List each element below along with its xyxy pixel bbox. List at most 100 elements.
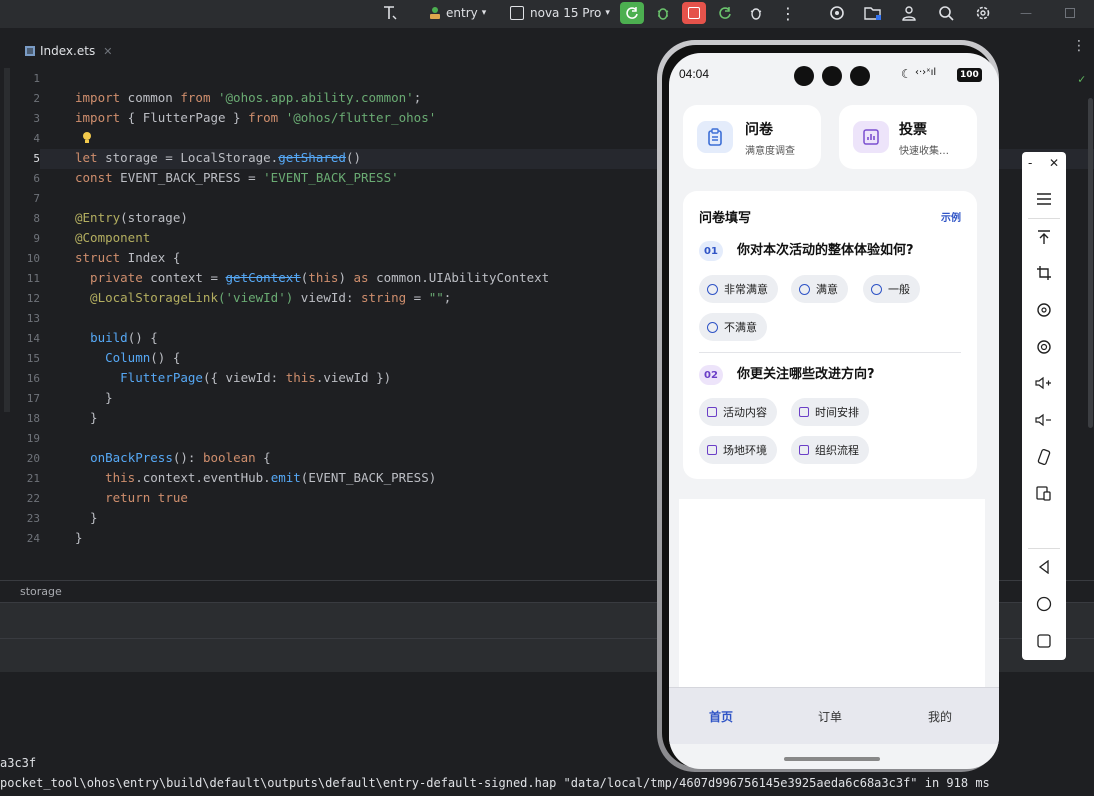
checkbox-icon — [799, 445, 809, 455]
debug-icon[interactable] — [651, 2, 675, 24]
code-token: FlutterPage — [120, 370, 203, 385]
text-format-icon[interactable] — [378, 2, 402, 24]
screen-rotate-icon[interactable] — [1022, 442, 1066, 472]
apply-changes-icon[interactable] — [713, 2, 737, 24]
rotate-icon[interactable] — [1022, 295, 1066, 325]
checkbox-icon — [707, 445, 717, 455]
volume-down-icon[interactable] — [1022, 405, 1066, 435]
close-icon[interactable]: ✕ — [103, 45, 112, 58]
line-number: 17 — [26, 392, 40, 405]
code-token: boolean — [202, 450, 256, 465]
gear-icon[interactable] — [971, 2, 995, 24]
survey-card[interactable]: 问卷 满意度调查 — [683, 105, 821, 169]
rerun-button[interactable] — [620, 2, 644, 24]
survey-form-card: 问卷填写 示例 01 你对本次活动的整体体验如何? 非常满意 满意 一般 不满意… — [683, 191, 977, 479]
option-label: 满意 — [816, 283, 838, 296]
attach-debugger-icon[interactable] — [744, 2, 768, 24]
close-icon[interactable]: ✕ — [1049, 156, 1059, 170]
nav-profile[interactable]: 我的 — [928, 708, 952, 725]
breadcrumb-item[interactable]: storage — [20, 585, 62, 598]
device-selector[interactable]: nova 15 Pro ▾ — [510, 0, 610, 26]
plugin-icon[interactable] — [825, 2, 849, 24]
console-line: a3c3f — [0, 756, 37, 770]
vertical-scrollbar[interactable] — [1088, 98, 1093, 428]
code-token: { — [255, 450, 271, 465]
folder-sync-icon[interactable] — [861, 2, 885, 24]
option-checkbox[interactable]: 组织流程 — [791, 436, 869, 464]
code-token: return — [105, 490, 151, 505]
back-icon[interactable] — [1022, 552, 1066, 582]
file-icon — [24, 45, 36, 57]
module-selector[interactable]: entry ▾ — [428, 0, 486, 26]
option-radio[interactable]: 不满意 — [699, 313, 767, 341]
multi-device-icon[interactable] — [1022, 478, 1066, 508]
lightbulb-icon[interactable] — [82, 129, 92, 143]
line-number: 10 — [26, 252, 40, 265]
device-frame: 04:04 ☾ ‹·›ˣıl 100 问卷 满意度调查 投票 快速收集… 问卷填… — [657, 40, 999, 772]
option-label: 非常满意 — [724, 283, 768, 296]
battery-indicator: 100 — [957, 68, 982, 82]
line-number: 18 — [26, 412, 40, 425]
option-radio[interactable]: 满意 — [791, 275, 848, 303]
minimize-icon[interactable]: - — [1028, 156, 1032, 170]
search-icon[interactable] — [934, 2, 958, 24]
home-icon[interactable] — [1022, 589, 1066, 619]
question-text: 你更关注哪些改进方向? — [737, 367, 875, 382]
option-radio[interactable]: 一般 — [863, 275, 920, 303]
line-number: 16 — [26, 372, 40, 385]
code-token: from — [180, 90, 211, 105]
volume-up-icon[interactable] — [1022, 368, 1066, 398]
code-line: Column() { — [75, 350, 180, 365]
code-line: private context = getContext(this) as co… — [75, 270, 549, 285]
code-line: import common from '@ohos.app.ability.co… — [75, 90, 421, 105]
nav-home[interactable]: 首页 — [709, 708, 733, 725]
code-line: return true — [75, 490, 188, 505]
gesture-bar[interactable] — [784, 757, 880, 761]
option-radio[interactable]: 非常满意 — [699, 275, 778, 303]
tab-index-ets[interactable]: Index.ets ✕ — [14, 34, 118, 70]
vote-card[interactable]: 投票 快速收集… — [839, 105, 977, 169]
code-token: from — [248, 110, 279, 125]
option-label: 场地环境 — [723, 444, 767, 457]
option-checkbox[interactable]: 场地环境 — [699, 436, 777, 464]
crop-icon[interactable] — [1022, 258, 1066, 288]
nav-orders[interactable]: 订单 — [818, 708, 842, 725]
code-token: this — [308, 270, 339, 285]
line-number: 19 — [26, 432, 40, 445]
recents-icon[interactable] — [1022, 626, 1066, 656]
stop-button[interactable] — [682, 2, 706, 24]
location-icon[interactable] — [1022, 332, 1066, 362]
line-number: 20 — [26, 452, 40, 465]
code-token: ) — [338, 270, 354, 285]
code-token: storage = LocalStorage. — [97, 150, 279, 165]
chevron-down-icon: ▾ — [481, 8, 487, 18]
code-token: viewId: — [293, 290, 361, 305]
code-token: getContext — [225, 270, 301, 285]
more-vertical-icon[interactable]: ⋮ — [1072, 38, 1086, 54]
divider — [1028, 548, 1060, 549]
device-screen[interactable]: 04:04 ☾ ‹·›ˣıl 100 问卷 满意度调查 投票 快速收集… 问卷填… — [669, 53, 999, 769]
menu-icon[interactable] — [1022, 184, 1066, 214]
divider — [1028, 218, 1060, 219]
line-number: 15 — [26, 352, 40, 365]
restore-icon[interactable] — [1058, 2, 1082, 24]
option-checkbox[interactable]: 活动内容 — [699, 398, 777, 426]
code-line: @Entry(storage) — [75, 210, 188, 225]
option-checkbox[interactable]: 时间安排 — [791, 398, 869, 426]
line-number: 9 — [33, 232, 40, 245]
user-icon[interactable] — [897, 2, 921, 24]
more-vertical-icon[interactable]: ⋮ — [776, 2, 800, 24]
card-subtitle: 满意度调查 — [745, 146, 795, 157]
code-token: true — [157, 490, 188, 505]
line-number: 12 — [26, 292, 40, 305]
blank-content-area — [679, 499, 985, 687]
line-number: 7 — [33, 192, 40, 205]
minimize-icon[interactable]: — — [1014, 2, 1038, 24]
radio-icon — [799, 283, 810, 295]
pin-top-icon[interactable] — [1022, 222, 1066, 252]
example-link[interactable]: 示例 — [941, 209, 961, 224]
moon-icon: ☾ — [901, 67, 912, 81]
